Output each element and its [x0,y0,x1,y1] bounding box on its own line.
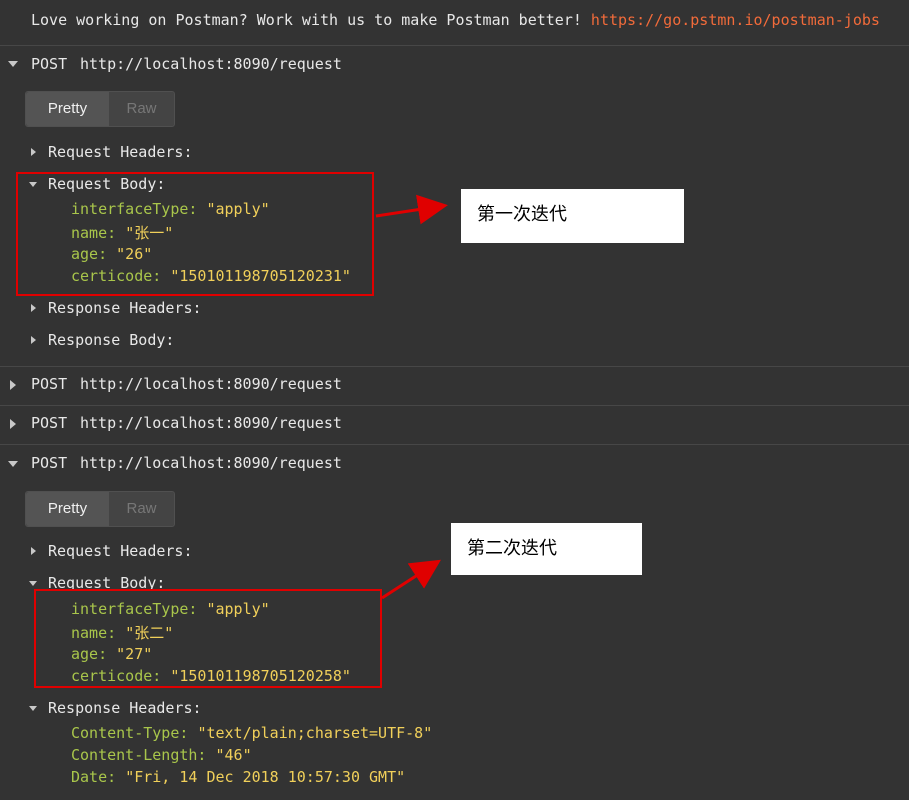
arrow-icon [381,559,442,600]
annotation-arrows [375,194,448,600]
annotation-label: 第二次迭代 [467,538,557,559]
arrow-icon [375,194,448,225]
annotation-first-iteration: 第一次迭代 [461,189,684,243]
annotation-label: 第一次迭代 [477,204,567,225]
annotation-second-iteration: 第二次迭代 [451,523,642,575]
